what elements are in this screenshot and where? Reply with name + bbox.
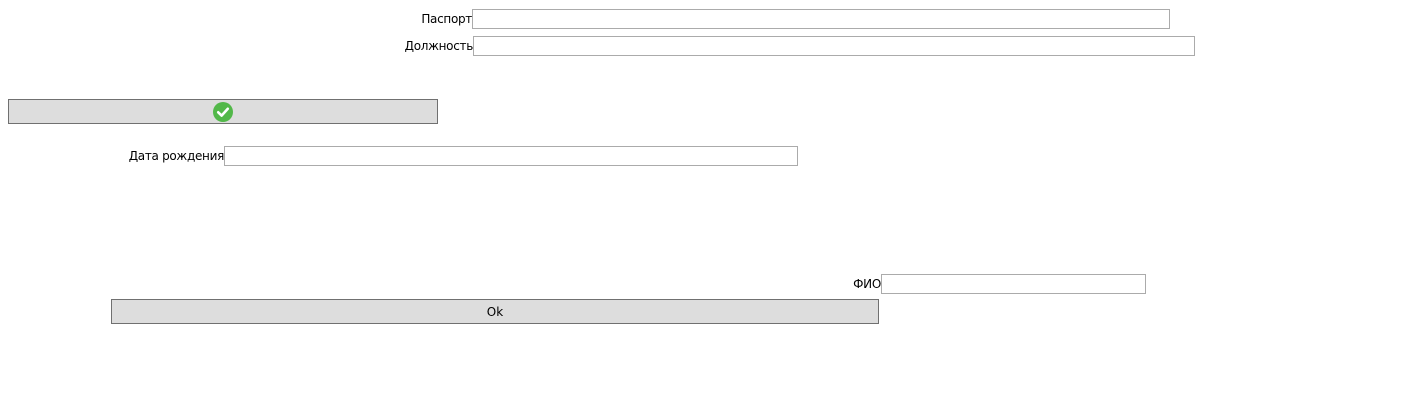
birth-date-input[interactable] [224,146,798,166]
position-label: Должность [404,39,474,53]
full-name-label: ФИО [853,277,881,291]
position-input[interactable] [473,36,1195,56]
passport-input[interactable] [472,9,1170,29]
birth-date-label: Дата рождения [128,149,225,163]
check-circle-icon [213,101,233,122]
confirm-button[interactable] [8,99,438,124]
ok-button[interactable]: Ok [111,299,879,324]
passport-label: Паспорт [421,12,472,26]
full-name-input[interactable] [881,274,1146,294]
ok-button-label: Ok [486,304,504,319]
